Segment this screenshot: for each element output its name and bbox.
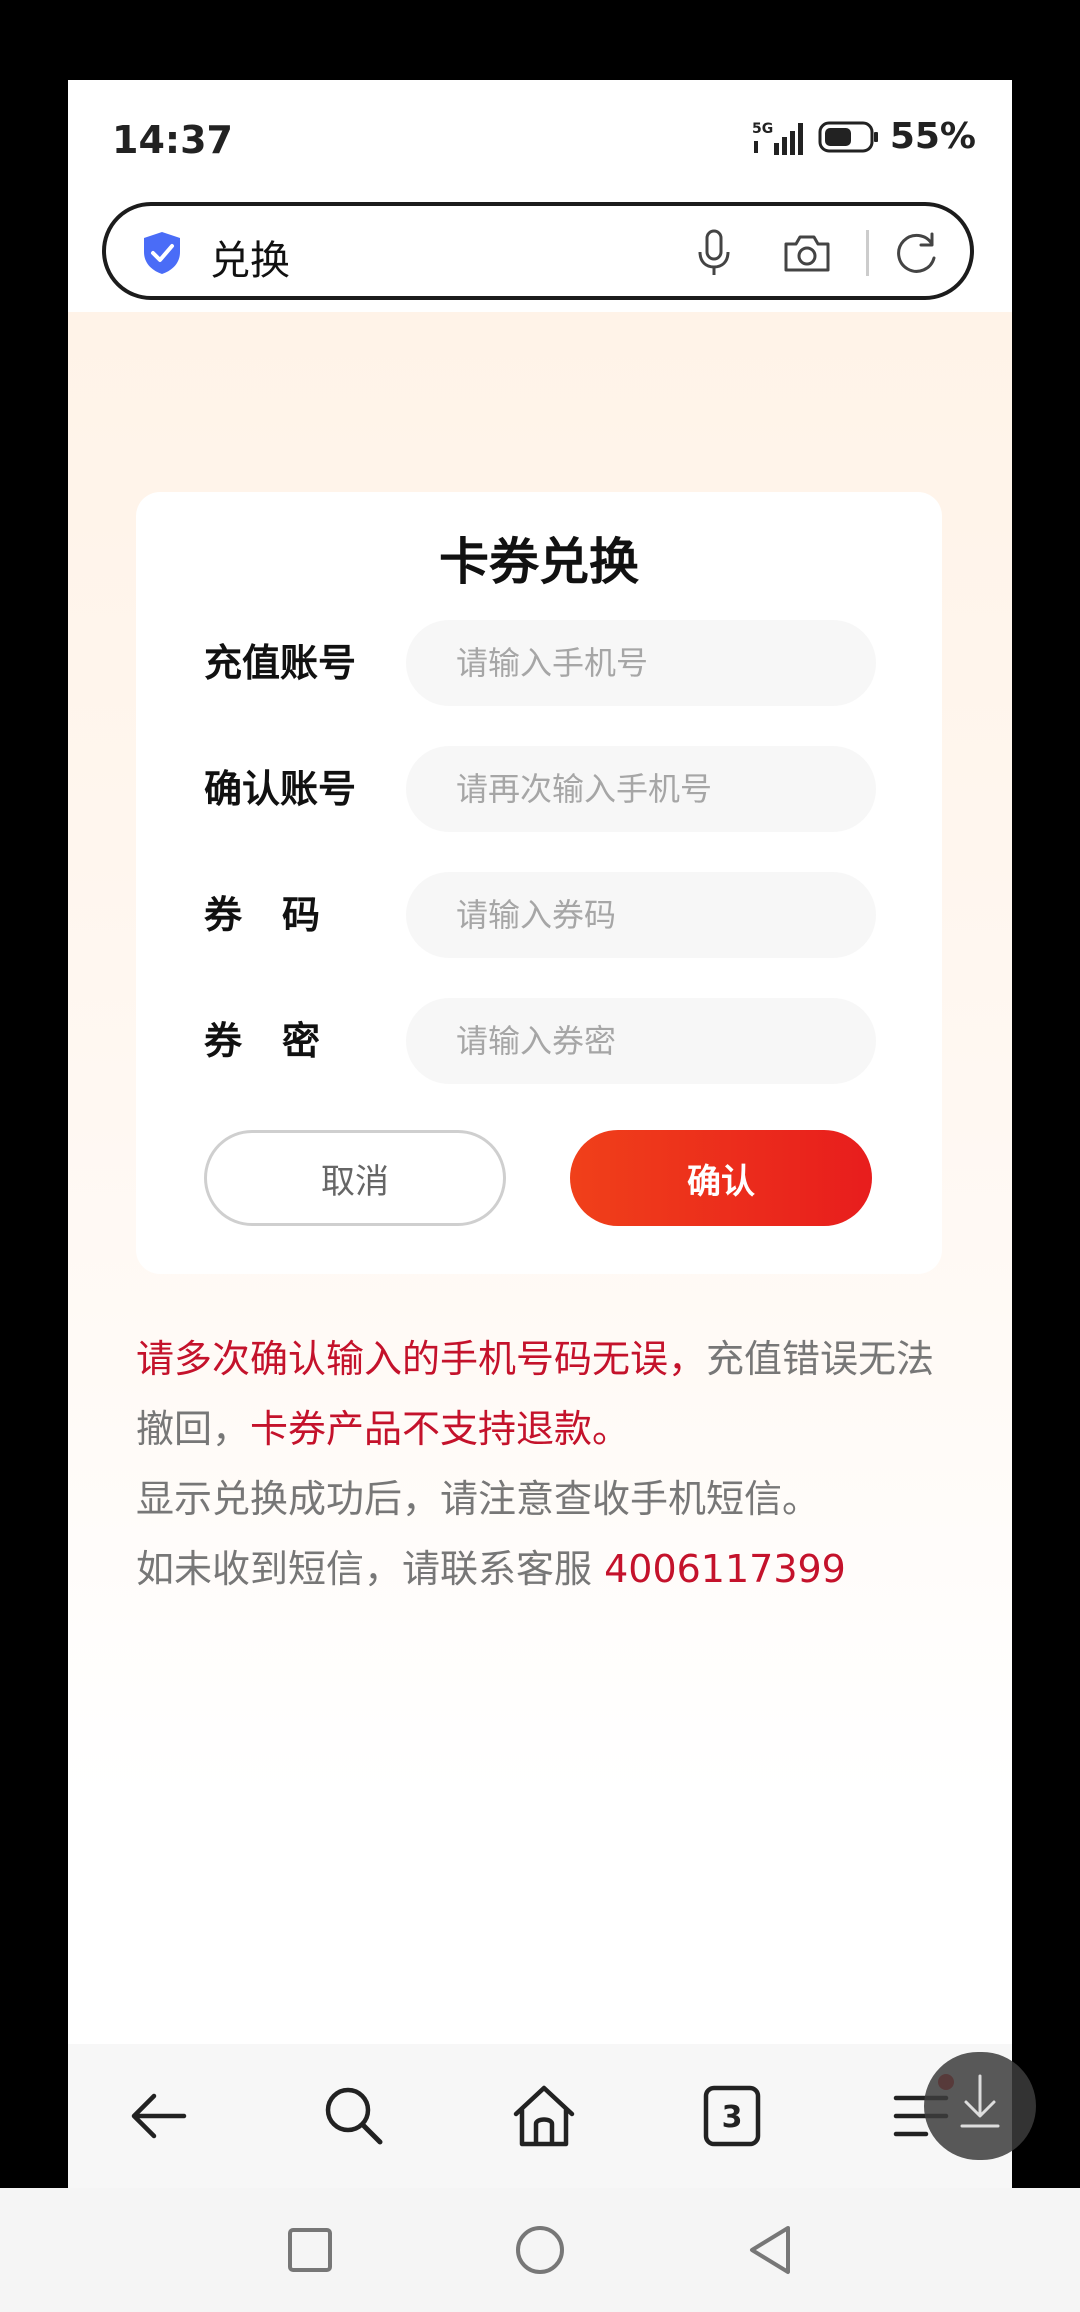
phone-screen: 14:37 5G 55% 兑换 卡券兑换 充值账号 请输入手机号 确认账号 请再… bbox=[68, 80, 1012, 2188]
notice-contact: 如未收到短信，请联系客服 4006117399 bbox=[136, 1534, 966, 1604]
battery-icon bbox=[818, 121, 878, 152]
address-divider bbox=[866, 230, 869, 276]
notice-contact-text: 如未收到短信，请联系客服 bbox=[136, 1547, 605, 1591]
browser-toolbar: 3 bbox=[68, 2044, 1012, 2188]
camera-icon[interactable] bbox=[782, 232, 832, 274]
account-input[interactable] bbox=[406, 620, 876, 706]
confirm-account-label: 确认账号 bbox=[204, 767, 357, 811]
coupon-password-label: 券密 bbox=[204, 1019, 361, 1063]
download-float-button[interactable] bbox=[924, 2052, 1036, 2160]
battery-percent: 55% bbox=[889, 116, 976, 157]
svg-text:5G: 5G bbox=[752, 121, 773, 137]
download-icon bbox=[960, 2074, 1000, 2128]
search-icon[interactable] bbox=[318, 2080, 390, 2152]
coupon-password-input[interactable] bbox=[406, 998, 876, 1084]
page-content: 卡券兑换 充值账号 确认账号 券码 券密 取消 确认 请多次确认输入的手机号码无… bbox=[68, 312, 1012, 2058]
shield-icon bbox=[144, 232, 180, 274]
signal-icon: 5G bbox=[752, 121, 803, 155]
tabs-button[interactable]: 3 bbox=[696, 2080, 768, 2152]
home-icon[interactable] bbox=[508, 2080, 580, 2152]
confirm-account-input[interactable] bbox=[406, 746, 876, 832]
status-bar: 14:37 5G 55% bbox=[68, 80, 1012, 200]
status-indicators: 5G 55% bbox=[752, 116, 976, 157]
notice-text: 请多次确认输入的手机号码无误，充值错误无法撤回，卡券产品不支持退款。 显示兑换成… bbox=[136, 1324, 966, 1604]
cancel-button[interactable]: 取消 bbox=[204, 1130, 506, 1226]
confirm-button[interactable]: 确认 bbox=[570, 1130, 872, 1226]
tabs-icon: 3 bbox=[703, 2085, 761, 2147]
account-label: 充值账号 bbox=[204, 641, 357, 685]
notice-no-refund: 卡券产品不支持退款。 bbox=[250, 1407, 631, 1451]
refresh-icon[interactable] bbox=[892, 228, 942, 278]
address-text[interactable]: 兑换 bbox=[210, 228, 290, 286]
card-title: 卡券兑换 bbox=[439, 533, 639, 591]
redeem-card: 卡券兑换 充值账号 确认账号 券码 券密 取消 确认 bbox=[136, 492, 942, 1274]
address-bar[interactable]: 兑换 bbox=[102, 202, 974, 300]
service-phone[interactable]: 4006117399 bbox=[604, 1547, 846, 1591]
coupon-code-input[interactable] bbox=[406, 872, 876, 958]
back-arrow-icon[interactable] bbox=[124, 2080, 196, 2152]
home-circle-icon[interactable] bbox=[510, 2220, 570, 2280]
back-triangle-icon[interactable] bbox=[740, 2220, 800, 2280]
status-time: 14:37 bbox=[112, 118, 233, 162]
notice-warning: 请多次确认输入的手机号码无误， bbox=[136, 1337, 707, 1381]
recent-apps-icon[interactable] bbox=[280, 2220, 340, 2280]
coupon-code-label: 券码 bbox=[204, 893, 361, 937]
tabs-count: 3 bbox=[722, 2100, 743, 2135]
system-nav-bar bbox=[0, 2188, 1080, 2312]
notice-sms: 显示兑换成功后，请注意查收手机短信。 bbox=[136, 1477, 821, 1521]
microphone-icon[interactable] bbox=[694, 228, 734, 278]
